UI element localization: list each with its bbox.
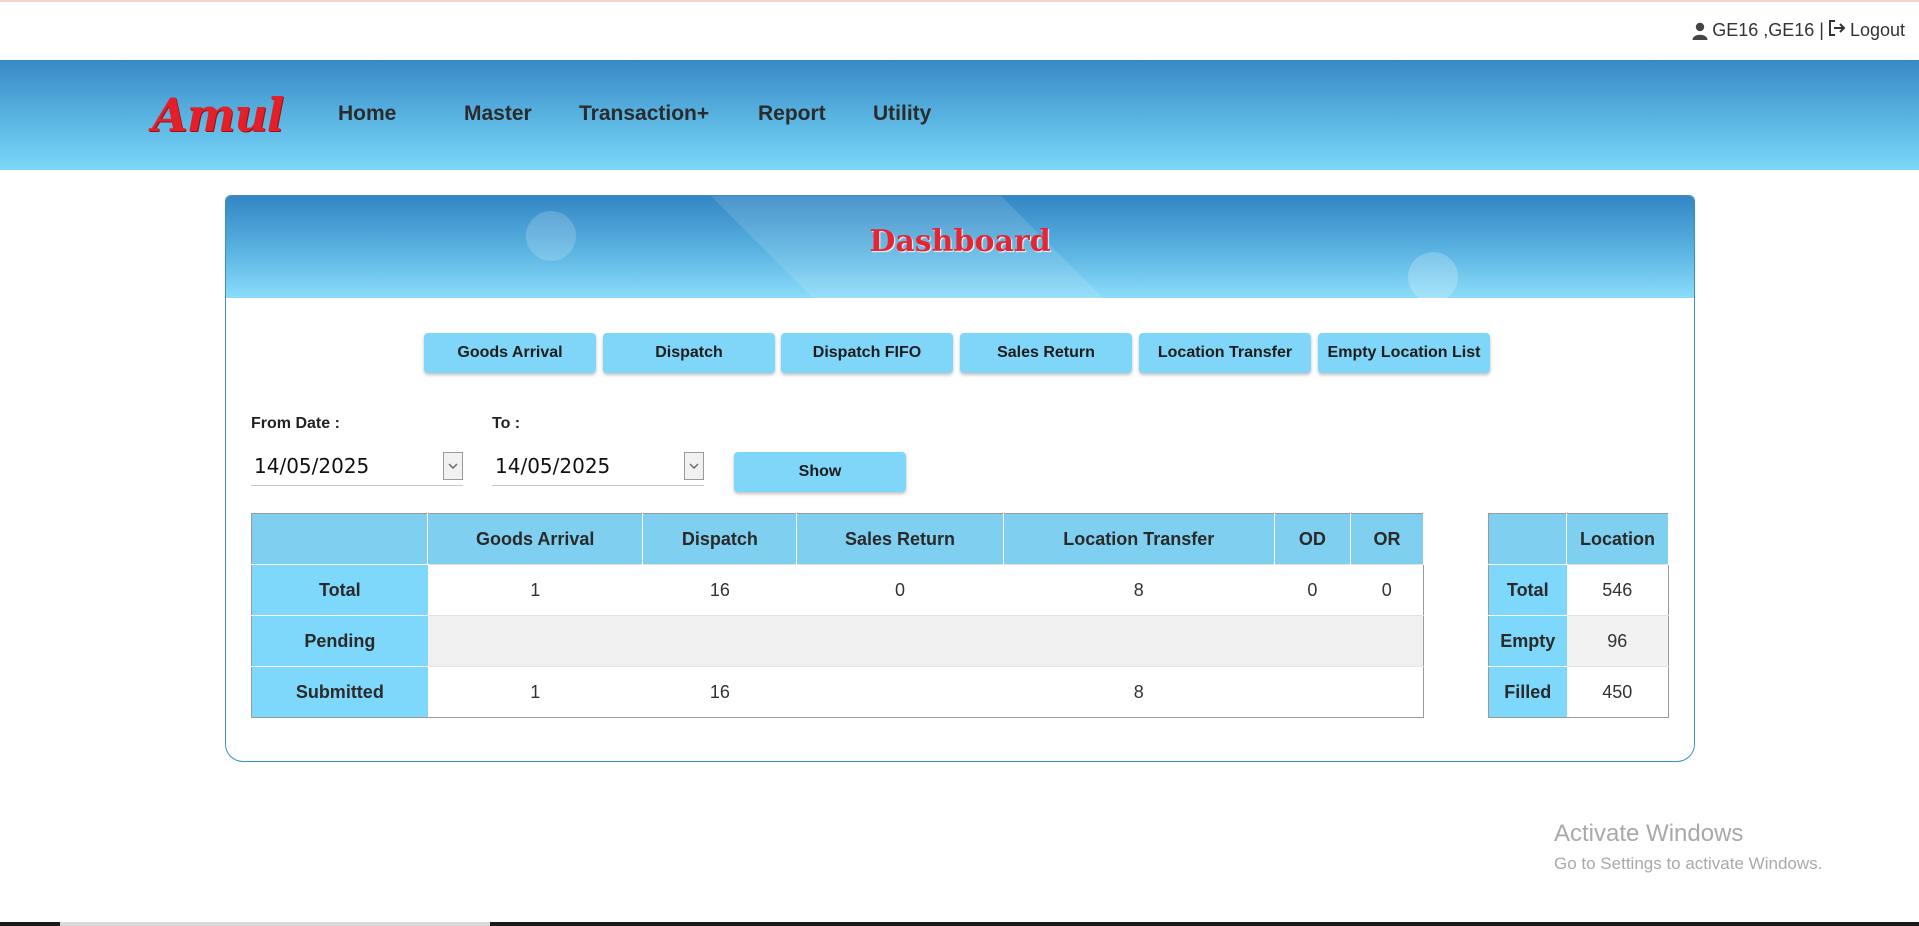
table-cell — [1274, 666, 1351, 718]
chevron-down-icon[interactable] — [684, 452, 704, 480]
location-table: Location Total 546 Empty 96 Filled 450 — [1488, 513, 1669, 718]
table-cell: 0 — [1274, 564, 1351, 616]
watermark-subtitle: Go to Settings to activate Windows. — [1554, 854, 1823, 873]
show-button[interactable]: Show — [734, 452, 906, 492]
table-row: Pending — [251, 615, 1424, 667]
chevron-down-icon[interactable] — [443, 452, 463, 480]
user-info: GE16 ,GE16 | Logout — [1692, 20, 1905, 41]
table-cell: 16 — [642, 564, 797, 616]
to-date-label: To : — [492, 415, 521, 432]
table-cell — [1350, 615, 1424, 667]
row-label: Empty — [1488, 615, 1567, 667]
table-cell — [427, 615, 643, 667]
table-header-row: Goods Arrival Dispatch Sales Return Loca… — [251, 513, 1425, 565]
table-row: Submitted 1 16 8 — [251, 666, 1424, 718]
empty-location-list-button[interactable]: Empty Location List — [1318, 333, 1490, 373]
location-transfer-button[interactable]: Location Transfer — [1139, 333, 1311, 373]
table-cell: 1 — [427, 666, 643, 718]
table-header: OD — [1274, 513, 1351, 565]
dispatch-button[interactable]: Dispatch — [603, 333, 775, 373]
table-cell: 8 — [1003, 564, 1275, 616]
table-cell — [1274, 615, 1351, 667]
table-header: Location — [1566, 513, 1669, 565]
table-header: Location Transfer — [1003, 513, 1275, 565]
sales-return-button[interactable]: Sales Return — [960, 333, 1132, 373]
summary-table: Goods Arrival Dispatch Sales Return Loca… — [251, 513, 1425, 718]
from-date-field[interactable]: 14/05/2025 — [251, 446, 463, 486]
goods-arrival-button[interactable]: Goods Arrival — [424, 333, 596, 373]
watermark-title: Activate Windows — [1554, 820, 1744, 847]
nav-transaction[interactable]: Transaction+ — [579, 102, 709, 126]
row-label: Submitted — [251, 666, 428, 718]
amul-logo[interactable]: Amul — [152, 88, 284, 142]
table-row: Filled 450 — [1488, 666, 1669, 718]
table-header: Goods Arrival — [427, 513, 644, 565]
table-header-row: Location — [1488, 513, 1669, 565]
logout-link[interactable]: Logout — [1828, 20, 1905, 41]
table-cell: 16 — [642, 666, 797, 718]
to-date-field[interactable]: 14/05/2025 — [492, 446, 704, 486]
windows-activation-watermark: Activate Windows Go to Settings to activ… — [1554, 820, 1822, 874]
nav-home[interactable]: Home — [338, 102, 396, 126]
table-row: Empty 96 — [1488, 615, 1669, 667]
user-icon — [1692, 22, 1708, 40]
table-header: OR — [1350, 513, 1425, 565]
row-label: Total — [1488, 564, 1567, 616]
row-label: Filled — [1488, 666, 1567, 718]
table-cell: 0 — [796, 564, 1004, 616]
nav-utility[interactable]: Utility — [873, 102, 931, 126]
table-cell — [1003, 615, 1275, 667]
table-row: Total 546 — [1488, 564, 1669, 616]
page-title: Dashboard — [869, 224, 1051, 259]
logout-icon — [1828, 20, 1846, 41]
table-cell — [1350, 666, 1424, 718]
dashboard-panel: Dashboard Goods Arrival Dispatch Dispatc… — [225, 195, 1695, 762]
nav-report[interactable]: Report — [758, 102, 826, 126]
row-label: Total — [251, 564, 428, 616]
user-name: GE16 ,GE16 | — [1712, 20, 1824, 40]
table-cell: 1 — [427, 564, 643, 616]
table-cell: 546 — [1566, 564, 1669, 616]
table-cell — [642, 615, 797, 667]
from-date-label: From Date : — [251, 415, 340, 432]
user-bar: GE16 ,GE16 | Logout — [0, 0, 1919, 60]
to-date-value: 14/05/2025 — [495, 454, 611, 478]
nav-master[interactable]: Master — [464, 102, 532, 126]
table-cell: 450 — [1566, 666, 1669, 718]
table-cell: 0 — [1350, 564, 1424, 616]
logout-label: Logout — [1849, 20, 1905, 40]
table-cell — [796, 666, 1004, 718]
table-cell: 8 — [1003, 666, 1275, 718]
table-cell — [796, 615, 1004, 667]
from-date-value: 14/05/2025 — [254, 454, 370, 478]
navbar: Amul Home Master Transaction+ Report Uti… — [0, 60, 1919, 170]
table-header: Sales Return — [796, 513, 1004, 565]
dashboard-header: Dashboard — [226, 196, 1694, 298]
table-header: Dispatch — [642, 513, 798, 565]
table-cell: 96 — [1566, 615, 1669, 667]
table-header — [1488, 513, 1567, 565]
row-label: Pending — [251, 615, 428, 667]
table-row: Total 1 16 0 8 0 0 — [251, 564, 1424, 616]
table-header — [251, 513, 429, 565]
taskbar-segment — [60, 922, 490, 926]
dispatch-fifo-button[interactable]: Dispatch FIFO — [781, 333, 953, 373]
